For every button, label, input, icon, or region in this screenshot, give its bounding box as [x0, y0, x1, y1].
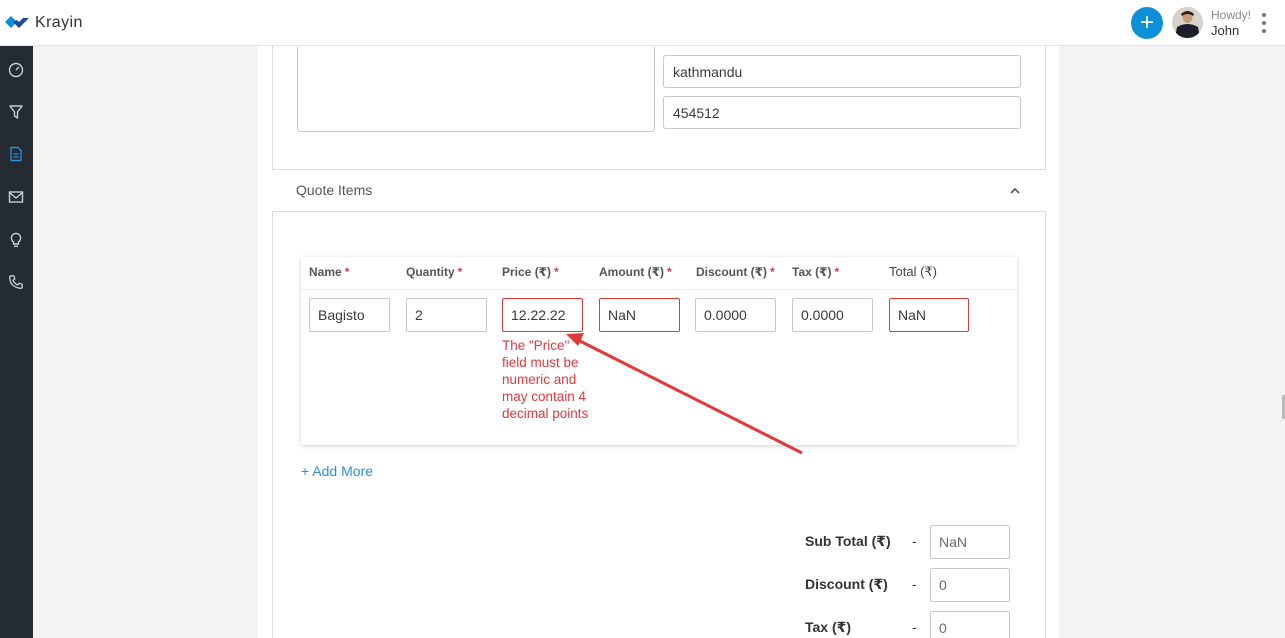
city-input[interactable]: kathmandu: [663, 55, 1021, 88]
subtotal-label: Sub Total (₹): [805, 533, 891, 549]
column-header-tax: Tax (₹) *: [792, 265, 840, 279]
discount-total-input[interactable]: 0: [930, 568, 1010, 602]
user-name[interactable]: John: [1211, 23, 1239, 38]
sidebar-item-mail[interactable]: [5, 186, 27, 208]
column-header-amount: Amount (₹) *: [599, 265, 672, 279]
section-title: Quote Items: [296, 182, 373, 198]
discount-total-label: Discount (₹): [805, 576, 888, 592]
app-logo[interactable]: Krayin: [4, 12, 83, 34]
postcode-input[interactable]: 454512: [663, 96, 1021, 129]
item-discount-input[interactable]: 0.0000: [695, 298, 776, 332]
sidebar-item-activities[interactable]: [5, 229, 27, 251]
chevron-up-icon[interactable]: [1008, 184, 1022, 198]
item-name-input[interactable]: Bagisto: [309, 298, 390, 332]
lightbulb-icon: [10, 232, 22, 247]
quote-items-header[interactable]: Quote Items: [272, 170, 1046, 212]
mail-icon: [8, 191, 24, 203]
plus-icon: +: [1139, 9, 1154, 36]
column-header-quantity: Quantity *: [406, 265, 463, 279]
sidebar: [0, 46, 33, 638]
sidebar-item-leads[interactable]: [5, 101, 27, 123]
krayin-logo-icon: [5, 16, 29, 28]
discount-total-dash: -: [912, 576, 917, 592]
add-more-link[interactable]: + Add More: [301, 463, 373, 479]
greeting-text: Howdy!: [1211, 8, 1252, 22]
column-header-price: Price (₹) *: [502, 265, 559, 279]
price-error-message: The "Price" field must be numeric and ma…: [502, 338, 589, 421]
tax-total-dash: -: [912, 619, 917, 635]
subtotal-dash: -: [912, 533, 917, 549]
subtotal-input[interactable]: NaN: [930, 525, 1010, 559]
dashboard-icon: [8, 62, 24, 78]
phone-icon: [9, 275, 23, 289]
column-header-total: Total (₹): [889, 264, 938, 279]
tax-total-label: Tax (₹): [805, 619, 852, 635]
top-header: Krayin + Howdy! John: [0, 0, 1285, 46]
kebab-icon[interactable]: [1260, 13, 1268, 33]
table-header-divider: [301, 289, 1017, 290]
tax-total-input[interactable]: 0: [930, 611, 1010, 638]
item-total-input[interactable]: NaN: [889, 298, 969, 332]
column-header-discount: Discount (₹) *: [696, 265, 775, 279]
filter-icon: [9, 105, 23, 119]
sidebar-item-dashboard[interactable]: [5, 59, 27, 81]
sidebar-item-contacts[interactable]: [5, 271, 27, 293]
app-name: Krayin: [35, 14, 83, 31]
sidebar-item-quotes[interactable]: [5, 143, 27, 165]
address-textarea[interactable]: [297, 47, 655, 132]
item-price-input[interactable]: 12.22.22: [502, 298, 583, 332]
item-amount-input[interactable]: NaN: [599, 298, 680, 332]
quick-add-button[interactable]: +: [1131, 7, 1163, 39]
column-header-name: Name *: [309, 265, 350, 279]
item-quantity-input[interactable]: 2: [406, 298, 487, 332]
user-avatar[interactable]: [1172, 7, 1203, 38]
quote-items-table: [301, 257, 1017, 445]
quote-document-icon: [10, 146, 22, 162]
item-tax-input[interactable]: 0.0000: [792, 298, 873, 332]
